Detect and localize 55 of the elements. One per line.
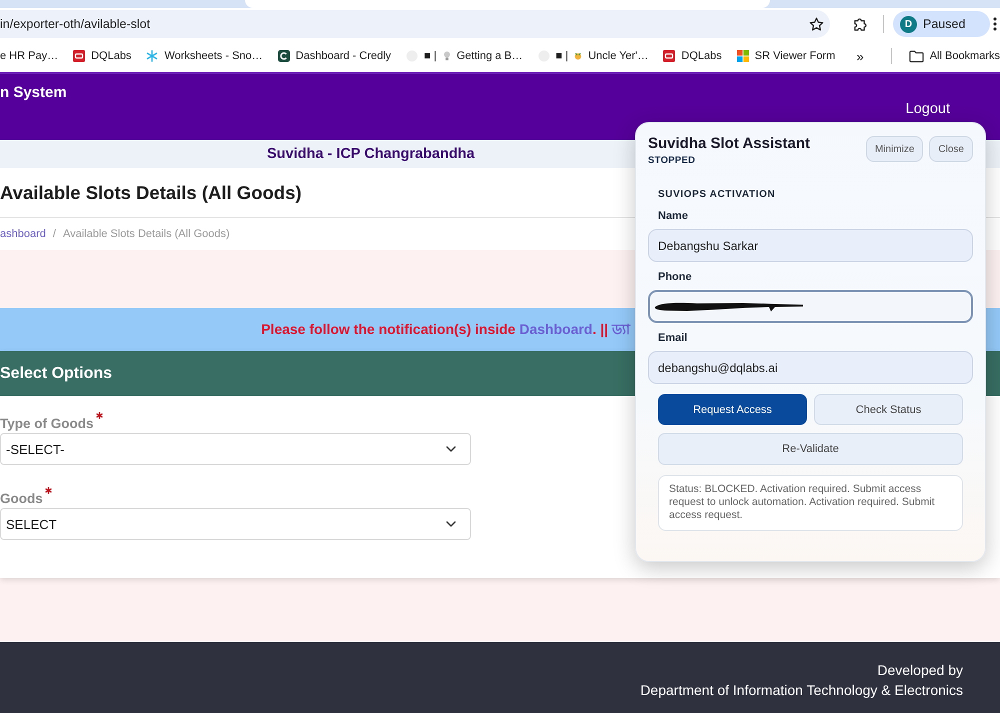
email-field[interactable]: debangshu@dqlabs.ai: [648, 351, 973, 384]
star-icon[interactable]: [809, 16, 824, 32]
notification-text: Please follow the notification(s) inside Dashboard. || ড্যা: [261, 320, 630, 340]
fruit-icon: [574, 51, 582, 61]
puzzle-piece-icon[interactable]: [853, 16, 868, 32]
page-title: Available Slots Details (All Goods): [0, 182, 302, 204]
bookmark-item[interactable]: Worksheets - Sno…: [146, 50, 263, 62]
logo-tile-icon: [73, 50, 86, 62]
status-label: STOPPED: [648, 155, 696, 166]
kebab-menu-icon[interactable]: [993, 17, 997, 31]
bookmark-item[interactable]: SR Viewer Form: [736, 50, 836, 62]
logo-tile-icon: [663, 50, 676, 62]
field-label: Name: [658, 210, 689, 222]
site-name: Suvidha - ICP Changrabandha: [267, 146, 475, 162]
chevron-down-icon: [446, 521, 456, 527]
minimize-button[interactable]: Minimize: [866, 136, 924, 162]
request-access-button[interactable]: Request Access: [658, 394, 807, 425]
select-field[interactable]: -SELECT-: [0, 433, 471, 465]
name-field[interactable]: Debangshu Sarkar: [648, 229, 973, 262]
revalidate-button[interactable]: Re-Validate: [658, 433, 963, 465]
check-status-button[interactable]: Check Status: [814, 394, 963, 425]
bookmark-item[interactable]: e HR Pay…: [0, 50, 58, 62]
close-button[interactable]: Close: [929, 136, 973, 162]
bookmark-item[interactable]: ■ | Getting a B…: [406, 50, 523, 62]
select-field[interactable]: SELECT: [0, 508, 471, 540]
app-title: n System: [0, 84, 67, 101]
logout-link[interactable]: Logout: [906, 101, 950, 117]
panel-title: Suvidha Slot Assistant: [648, 135, 811, 153]
address-bar[interactable]: in/exporter-oth/avilable-slot: [0, 10, 830, 38]
bookmark-item[interactable]: DQLabs: [663, 50, 722, 62]
breadcrumb-link[interactable]: ashboard: [0, 228, 46, 240]
field-label: Phone: [658, 271, 693, 283]
all-bookmarks-button[interactable]: All Bookmarks: [908, 50, 1000, 62]
ring-logo-icon: [278, 50, 290, 62]
field-label: Goods: [0, 491, 43, 506]
section-heading: SUVIOPS ACTIVATION: [658, 189, 776, 201]
bookmark-item[interactable]: ■ | Uncle Yer'…: [538, 50, 648, 62]
bookmark-item[interactable]: DQLabs: [73, 50, 132, 62]
footer-text: Department of Information Technology & Electronics: [639, 681, 963, 700]
phone-field[interactable]: [648, 290, 973, 323]
breadcrumb-current: Available Slots Details (All Goods): [62, 228, 230, 240]
bulb-icon: [442, 51, 451, 61]
footer-text: Developed by: [876, 661, 963, 680]
breadcrumb-separator: /: [52, 228, 56, 240]
more-bookmarks-button[interactable]: »: [856, 48, 864, 64]
bookmark-item[interactable]: Dashboard - Credly: [278, 50, 392, 62]
grid-squares-icon: [736, 50, 749, 62]
snowflake-icon: [146, 50, 158, 62]
status-message: Status: BLOCKED. Activation required. Submit access request to unlock automation. Activation required. Submit access request.: [658, 475, 963, 531]
folder-icon: [908, 50, 924, 62]
profile-button[interactable]: D Paused: [893, 11, 990, 37]
chevron-down-icon: [446, 446, 456, 452]
avatar-initial: D: [900, 16, 917, 32]
field-label: Type of Goods: [0, 416, 94, 431]
field-label: Email: [658, 332, 688, 344]
